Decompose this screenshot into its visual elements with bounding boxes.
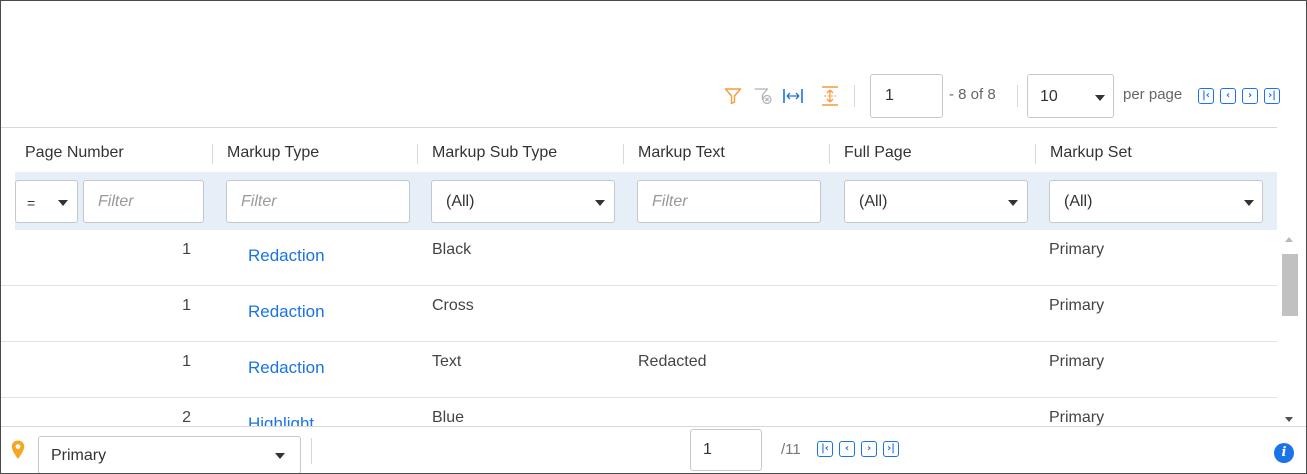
markup-sub-type-filter-select[interactable]: (All) (431, 180, 615, 223)
filter-select-value: (All) (446, 193, 475, 210)
column-header-markup-sub-type[interactable]: Markup Sub Type (432, 144, 557, 162)
grid-toolbar: - 8 of 8 10 per page |‹ ‹ › ›| (1, 71, 1306, 125)
markup-text-filter-input[interactable]: Filter (637, 180, 821, 223)
scroll-up-icon[interactable] (1285, 237, 1293, 242)
table-row[interactable]: 1 Redaction Cross Primary (1, 286, 1277, 342)
chevron-down-icon (595, 200, 605, 206)
markup-set-cell: Primary (1049, 409, 1105, 426)
clear-filter-icon[interactable] (752, 83, 774, 109)
toolbar-divider (854, 85, 855, 107)
scroll-down-icon[interactable] (1285, 417, 1293, 422)
column-divider[interactable] (1035, 144, 1036, 164)
markup-set-filter-select[interactable]: (All) (1049, 180, 1263, 223)
markup-set-cell: Primary (1049, 297, 1105, 314)
per-page-label: per page (1123, 86, 1183, 103)
filter-placeholder: Filter (652, 193, 688, 210)
fit-columns-icon[interactable] (782, 83, 804, 109)
table-row[interactable]: 1 Redaction Black Primary (1, 230, 1277, 286)
markup-set-value: Primary (51, 447, 107, 464)
vertical-scrollbar[interactable] (1278, 230, 1298, 426)
last-page-icon[interactable]: ›| (1264, 88, 1280, 104)
first-page-icon[interactable]: |‹ (1198, 88, 1214, 104)
page-number-cell: 1 (182, 297, 191, 314)
markup-set-select[interactable]: Primary (38, 436, 301, 473)
filter-placeholder: Filter (241, 193, 277, 210)
document-page-input[interactable] (690, 429, 762, 471)
markup-type-link[interactable]: Redaction (248, 358, 325, 378)
chevron-down-icon (1008, 200, 1018, 206)
markup-panel: - 8 of 8 10 per page |‹ ‹ › ›| Page Numb… (0, 0, 1307, 474)
column-header-full-page[interactable]: Full Page (844, 144, 912, 162)
markup-type-filter-input[interactable]: Filter (226, 180, 410, 223)
column-header-markup-text[interactable]: Markup Text (638, 144, 725, 162)
chevron-down-icon (1095, 95, 1105, 101)
markup-set-cell: Primary (1049, 241, 1105, 258)
first-page-icon[interactable]: |‹ (817, 441, 833, 457)
info-icon[interactable]: i (1274, 443, 1294, 463)
markup-set-cell: Primary (1049, 353, 1105, 370)
markup-sub-type-cell: Cross (432, 297, 474, 314)
column-header-markup-set[interactable]: Markup Set (1050, 144, 1132, 162)
filter-select-value: (All) (1064, 193, 1093, 210)
next-page-icon[interactable]: › (861, 441, 877, 457)
page-number-cell: 1 (182, 353, 191, 370)
chevron-down-icon (275, 453, 285, 459)
grid-header: Page Number Markup Type Markup Sub Type … (1, 127, 1277, 173)
column-header-markup-type[interactable]: Markup Type (227, 144, 319, 162)
chevron-down-icon (1244, 200, 1254, 206)
prev-page-icon[interactable]: ‹ (839, 441, 855, 457)
per-page-select[interactable]: 10 (1027, 74, 1114, 118)
page-number-cell: 1 (182, 241, 191, 258)
table-row[interactable]: 2 Highlight Blue Primary (1, 398, 1277, 426)
markup-type-link[interactable]: Redaction (248, 302, 325, 322)
footer-bar: Primary /11 |‹ ‹ › ›| i (1, 426, 1306, 473)
markup-text-cell: Redacted (638, 353, 707, 370)
toolbar-divider (1017, 85, 1018, 107)
page-number-input[interactable] (870, 74, 943, 118)
full-page-filter-select[interactable]: (All) (844, 180, 1028, 223)
page-range-text: - 8 of 8 (949, 86, 996, 103)
page-number-cell: 2 (182, 409, 191, 426)
column-divider[interactable] (212, 144, 213, 164)
page-total-text: /11 (781, 441, 801, 458)
chevron-down-icon (58, 200, 68, 206)
table-row[interactable]: 1 Redaction Text Redacted Primary (1, 342, 1277, 398)
page-operator-select[interactable]: = (15, 180, 78, 223)
markup-sub-type-cell: Black (432, 241, 472, 258)
operator-value: = (27, 195, 36, 211)
column-header-page-number[interactable]: Page Number (25, 144, 124, 162)
filter-icon[interactable] (722, 83, 744, 109)
prev-page-icon[interactable]: ‹ (1220, 88, 1236, 104)
scrollbar-thumb[interactable] (1282, 254, 1298, 316)
column-divider[interactable] (623, 144, 624, 164)
footer-divider (311, 438, 312, 464)
grid-body: 1 Redaction Black Primary 1 Redaction Cr… (1, 230, 1277, 426)
markup-type-link[interactable]: Redaction (248, 246, 325, 266)
filter-row: = Filter Filter (All) Filter (All) (All) (15, 172, 1277, 230)
last-page-icon[interactable]: ›| (883, 441, 899, 457)
page-number-filter-input[interactable]: Filter (83, 180, 204, 223)
fit-rows-icon[interactable] (819, 83, 841, 109)
column-divider[interactable] (417, 144, 418, 164)
per-page-value: 10 (1040, 88, 1058, 105)
markup-sub-type-cell: Blue (432, 409, 465, 426)
filter-placeholder: Filter (98, 193, 134, 210)
next-page-icon[interactable]: › (1242, 88, 1258, 104)
location-pin-icon (11, 440, 25, 465)
column-divider[interactable] (829, 144, 830, 164)
filter-select-value: (All) (859, 193, 888, 210)
markup-sub-type-cell: Text (432, 353, 462, 370)
markup-type-link[interactable]: Highlight (248, 414, 314, 426)
